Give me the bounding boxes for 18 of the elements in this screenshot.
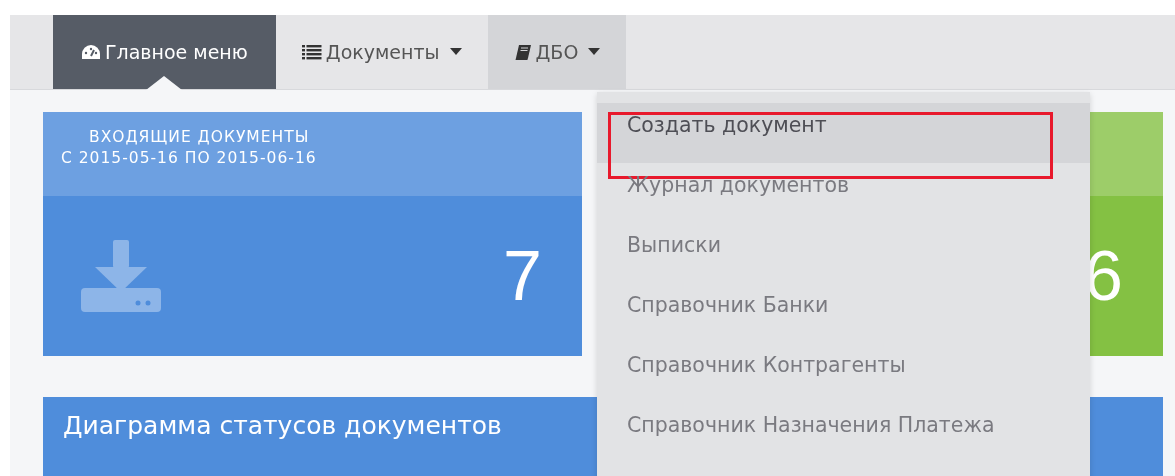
- menu-item[interactable]: Создать документ: [597, 103, 1090, 163]
- download-icon: [81, 240, 161, 312]
- list-icon: [301, 44, 322, 60]
- active-pointer: [146, 76, 183, 90]
- menu-item[interactable]: Справочник Контрагенты: [597, 343, 1090, 403]
- card-title: ВХОДЯЩИЕ ДОКУМЕНТЫ: [88, 128, 311, 146]
- card-subtitle: С 2015-05-16 ПО 2015-06-16: [61, 149, 318, 167]
- document-count: 7: [503, 236, 542, 316]
- dashboard-icon: [81, 44, 101, 60]
- panel-title: Диаграмма статусов документов: [63, 411, 502, 440]
- menu-item[interactable]: Выписки: [597, 223, 1090, 283]
- menu-item[interactable]: Журнал документов: [597, 163, 1090, 223]
- menu-item[interactable]: Справочник Назначения Платежа: [597, 403, 1090, 463]
- menu-item[interactable]: Справочник Банки: [597, 283, 1090, 343]
- nav-tab[interactable]: Документы: [275, 15, 488, 89]
- book-icon: [513, 43, 532, 61]
- nav-tab[interactable]: ДБО: [487, 15, 627, 89]
- nav-tab[interactable]: Главное меню: [53, 15, 276, 89]
